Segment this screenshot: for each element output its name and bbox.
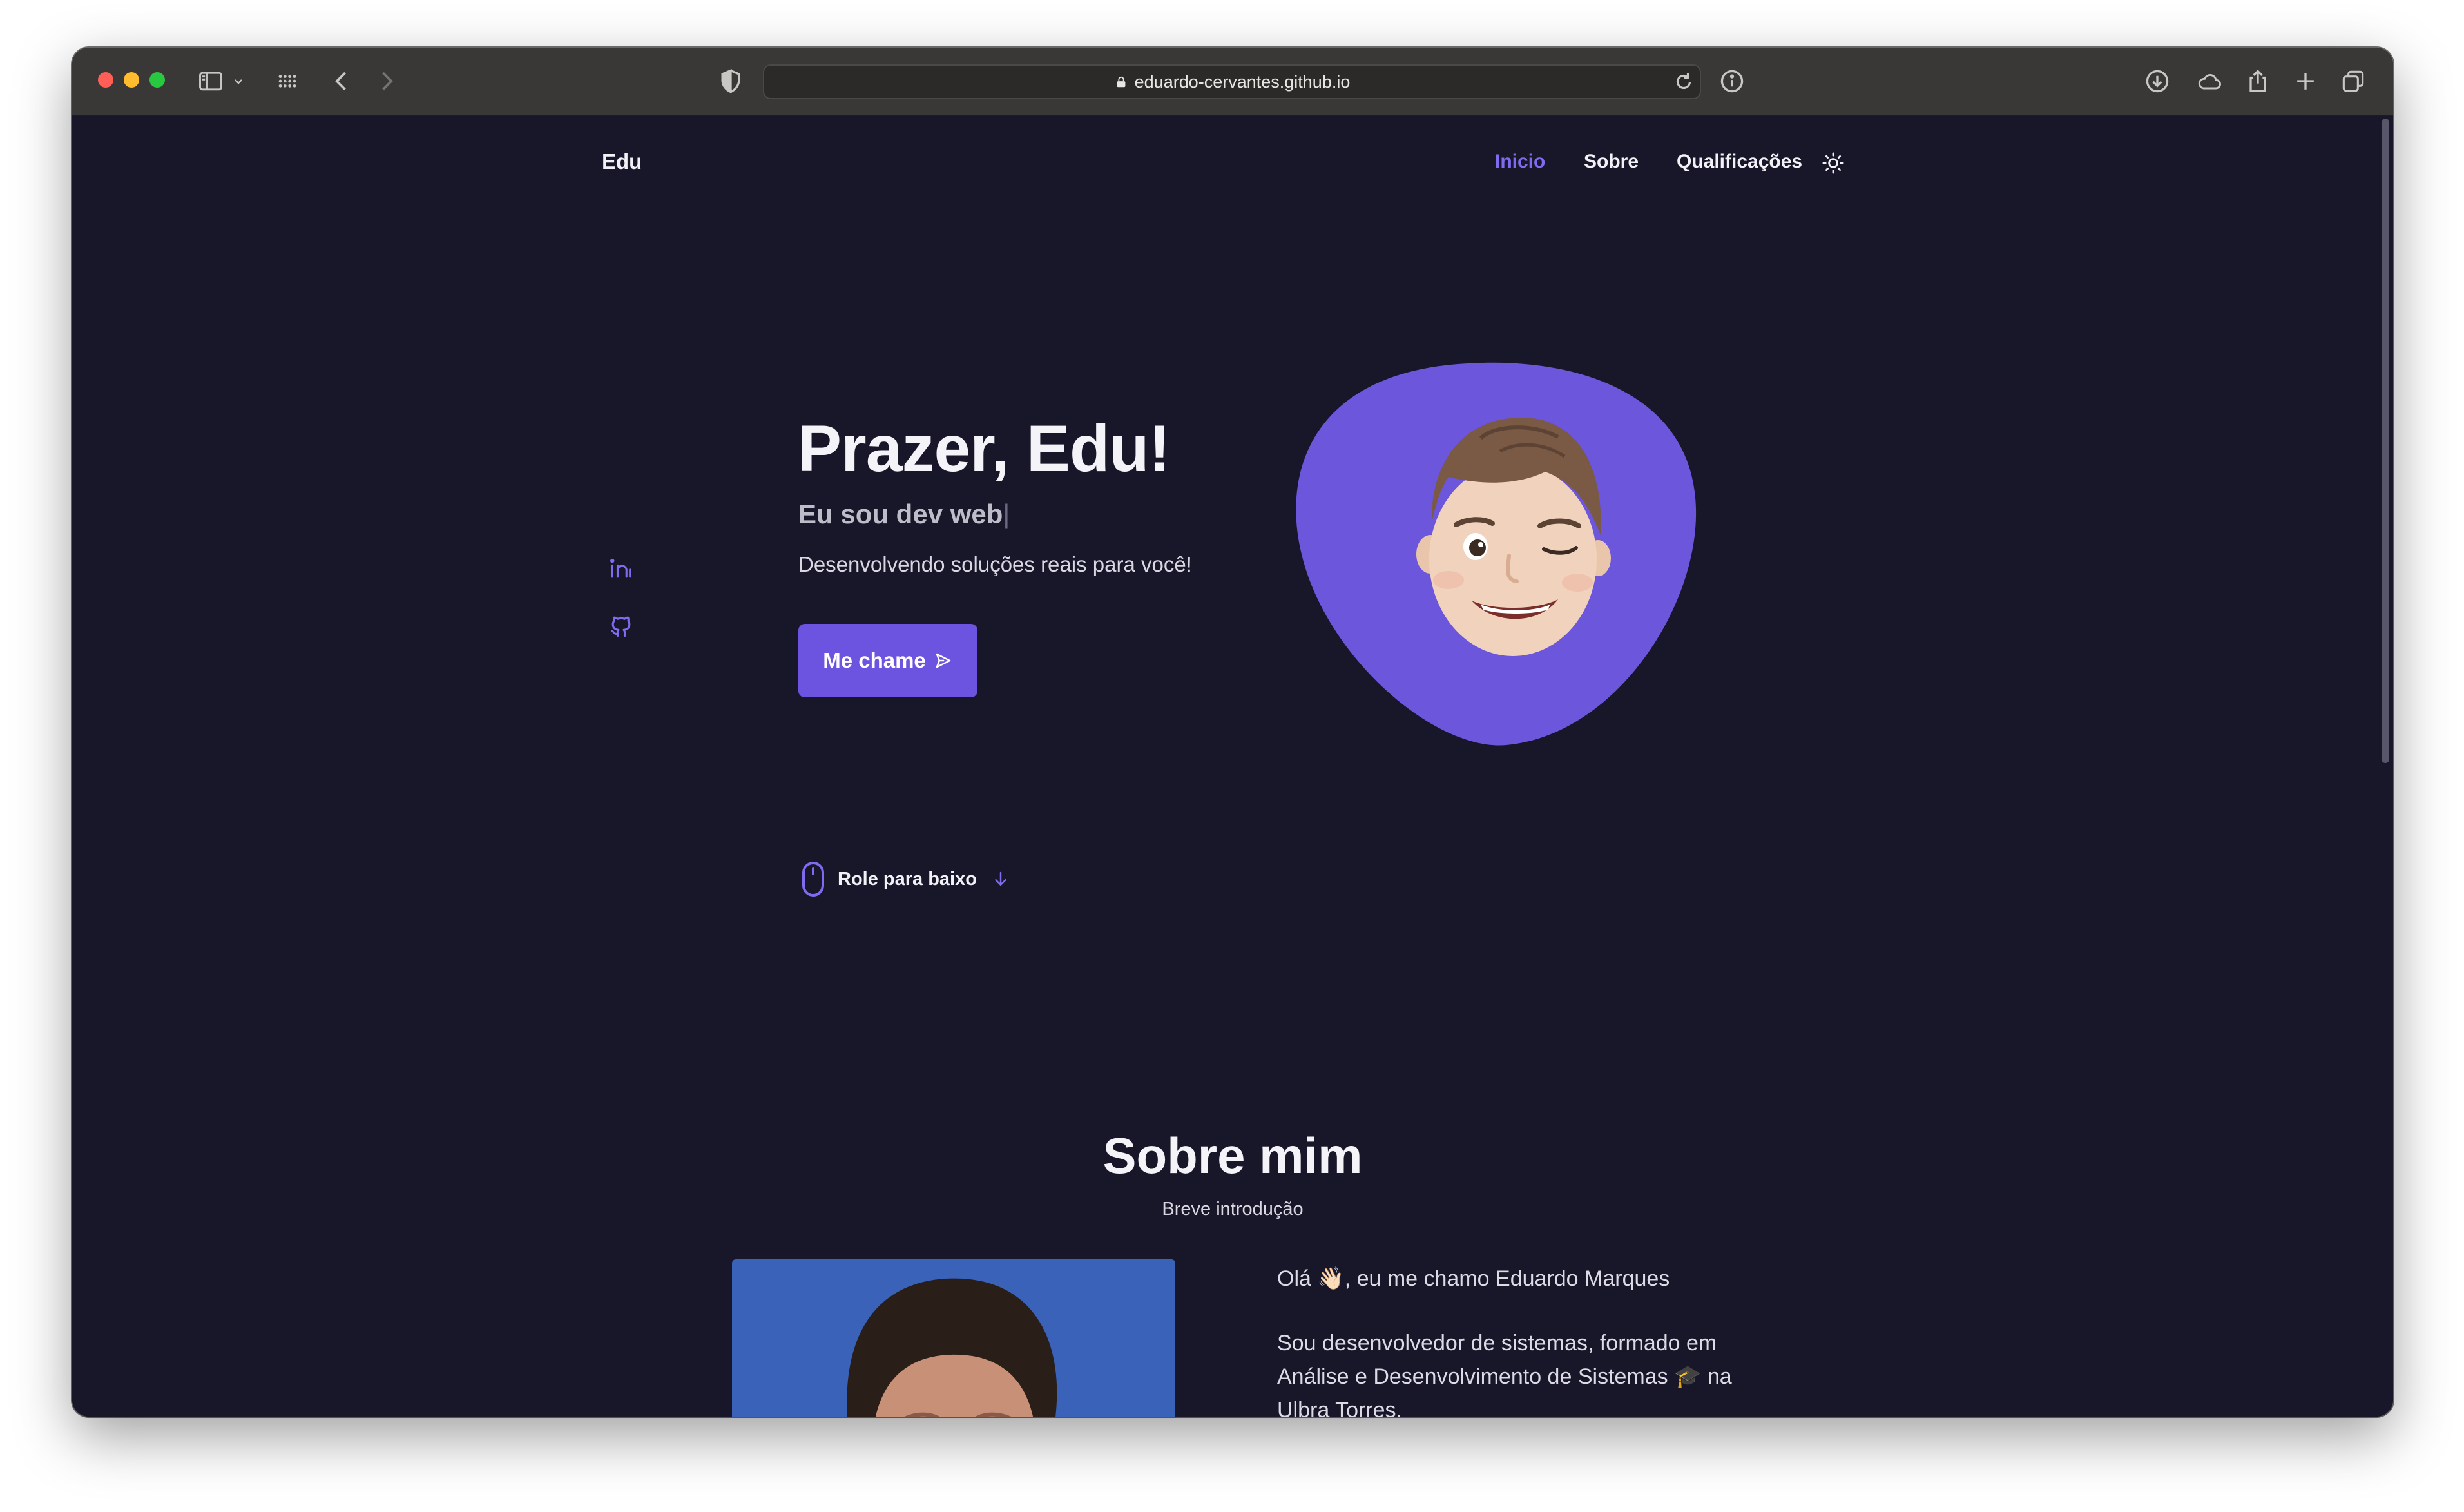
page-viewport: Edu Inicio Sobre Qualificações Prazer, E… (72, 116, 2393, 1417)
close-window-button[interactable] (98, 72, 113, 88)
scroll-down-link[interactable]: Role para baixo (800, 861, 1010, 897)
forward-icon[interactable] (372, 67, 401, 95)
typed-text: Eu sou dev web (798, 499, 1003, 529)
hero-subtitle: Eu sou dev web| (798, 499, 1010, 530)
tab-overview-grid-icon[interactable] (273, 67, 302, 95)
icloud-icon[interactable] (2193, 67, 2226, 95)
privacy-shield-icon[interactable] (717, 67, 745, 95)
zoom-window-button[interactable] (149, 72, 165, 88)
browser-toolbar: eduardo-cervantes.github.io (72, 48, 2393, 116)
scroll-down-label: Role para baixo (838, 868, 977, 889)
nav-link-qualificacoes[interactable]: Qualificações (1677, 151, 1802, 173)
page-info-icon[interactable] (1718, 67, 1746, 95)
about-text: Olá 👋🏻, eu me chamo Eduardo Marques Sou … (1277, 1262, 1767, 1417)
nav-link-sobre[interactable]: Sobre (1584, 151, 1639, 173)
site-logo[interactable]: Edu (602, 150, 642, 174)
lock-icon (1117, 76, 1126, 88)
typing-caret: | (1003, 499, 1010, 529)
contact-me-label: Me chame (823, 648, 926, 672)
linkedin-icon[interactable] (607, 554, 635, 583)
hero-title: Prazer, Edu! (798, 412, 1171, 485)
back-icon[interactable] (327, 67, 356, 95)
page-scrollbar[interactable] (2382, 119, 2389, 763)
screen: eduardo-cervantes.github.io Edu Inicio S… (0, 0, 2464, 1512)
reload-icon[interactable] (1671, 70, 1696, 94)
hero-description: Desenvolvendo soluções reais para você! (798, 552, 1192, 576)
theme-toggle-sun-icon[interactable] (1821, 151, 1845, 175)
nav-link-inicio[interactable]: Inicio (1495, 151, 1545, 173)
minimize-window-button[interactable] (124, 72, 139, 88)
profile-photo (732, 1259, 1175, 1417)
new-tab-icon[interactable] (2291, 67, 2320, 95)
address-bar[interactable]: eduardo-cervantes.github.io (763, 64, 1701, 99)
github-icon[interactable] (607, 612, 635, 641)
url-text: eduardo-cervantes.github.io (1134, 72, 1351, 92)
about-section-title: Sobre mim (1102, 1127, 1363, 1184)
sidebar-toggle-icon[interactable] (196, 67, 226, 95)
about-greeting: Olá 👋🏻, eu me chamo Eduardo Marques (1277, 1266, 1670, 1291)
arrow-down-icon (995, 871, 1006, 886)
hero-avatar-blob (1296, 362, 1697, 746)
share-icon[interactable] (2244, 67, 2272, 95)
about-bio: Sou desenvolvedor de sistemas, formado e… (1277, 1331, 1732, 1417)
mouse-icon (802, 862, 824, 897)
chevron-down-icon[interactable] (231, 67, 246, 95)
contact-me-button[interactable]: Me chame (798, 624, 977, 697)
send-icon (936, 653, 951, 668)
about-section-subtitle: Breve introdução (1162, 1199, 1304, 1219)
downloads-icon[interactable] (2143, 67, 2171, 95)
tabs-overview-icon[interactable] (2339, 67, 2367, 95)
browser-window: eduardo-cervantes.github.io Edu Inicio S… (72, 48, 2393, 1417)
